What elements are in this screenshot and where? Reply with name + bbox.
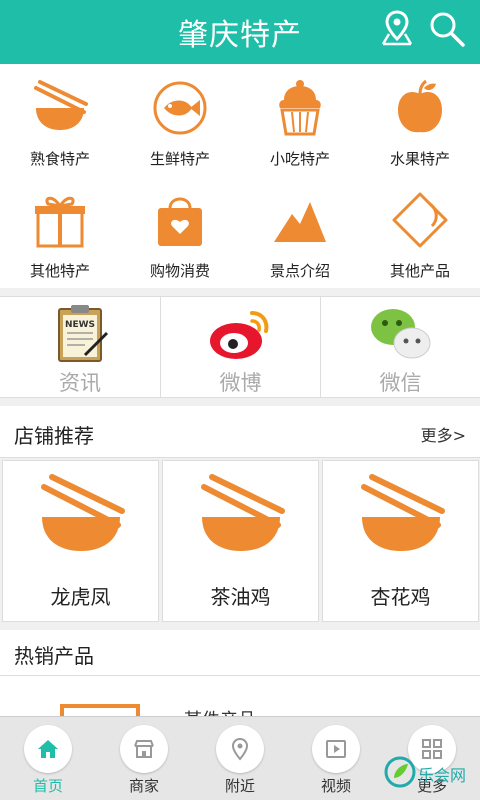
category-label: 其他特产 [29,262,90,280]
mountain-icon [274,202,326,242]
category-other-specialty[interactable]: 其他特产 [0,176,120,288]
bowl-chopsticks-icon [201,474,285,551]
shop-list: 龙虎凤 茶油鸡 杏花鸡 [0,458,480,624]
category-cooked-food[interactable]: 熟食特产 [0,64,120,176]
product-name: 某件产品 [184,706,256,716]
category-fresh[interactable]: 生鲜特产 [120,64,240,176]
tab-nearby[interactable]: 附近 [192,717,288,800]
shop-name: 茶油鸡 [210,585,271,609]
svg-text:NEWS: NEWS [65,320,95,330]
news-tile[interactable]: NEWS 资讯 [0,297,160,397]
social-label: 资讯 [59,371,101,395]
category-label: 其他产品 [389,262,450,280]
shop-card[interactable]: 龙虎凤 [2,460,159,622]
tab-label: 首页 [32,777,63,795]
store-icon [134,740,154,758]
category-label: 景点介绍 [269,262,330,280]
tab-merchants[interactable]: 商家 [96,717,192,800]
category-label: 购物消费 [149,262,210,280]
cupcake-icon [279,80,321,136]
tag-icon [392,192,448,248]
tab-video[interactable]: 视频 [288,717,384,800]
category-label: 熟食特产 [29,150,90,168]
fish-icon [153,81,207,135]
weibo-tile[interactable]: 微博 [160,297,320,397]
product-thumbnail [60,704,140,716]
location-pin-icon[interactable] [380,10,414,46]
shops-section-header: 店铺推荐 更多> [0,406,480,458]
watermark: 乐会网 [384,754,480,794]
search-icon[interactable] [428,10,466,48]
wechat-icon [371,309,431,359]
bowl-chopsticks-icon [34,80,88,130]
shop-name: 龙虎凤 [50,585,111,609]
category-label: 小吃特产 [269,150,330,168]
category-other-products[interactable]: 其他产品 [360,176,480,288]
tab-label: 商家 [128,777,159,795]
social-label: 微博 [219,371,262,395]
shop-name: 杏花鸡 [370,585,431,609]
category-snack[interactable]: 小吃特产 [240,64,360,176]
home-icon [38,740,58,758]
hot-section-header: 热销产品 [0,630,480,676]
news-icon: NEWS [58,305,109,362]
weibo-icon [210,311,269,359]
category-fruit[interactable]: 水果特产 [360,64,480,176]
bowl-chopsticks-icon [41,474,125,551]
top-bar: 肇庆特产 [0,0,480,64]
location-icon [231,737,249,761]
tab-icon-circle [24,725,72,773]
tab-icon-circle [216,725,264,773]
video-icon [326,740,346,758]
gift-icon [35,196,85,248]
category-label: 生鲜特产 [149,150,210,168]
tab-icon-circle [312,725,360,773]
tab-home[interactable]: 首页 [0,717,96,800]
tab-icon-circle [120,725,168,773]
section-title: 热销产品 [14,644,94,668]
shopping-bag-icon [158,197,202,246]
category-shopping[interactable]: 购物消费 [120,176,240,288]
category-grid: 熟食特产 生鲜特产 小吃特产 水果特产 其他特产 购物消费 景点介绍 其他产品 [0,64,480,288]
shop-card[interactable]: 杏花鸡 [322,460,479,622]
apple-icon [398,79,442,133]
social-label: 微信 [379,371,422,395]
tab-label: 视频 [320,777,351,795]
watermark-text: 乐会网 [418,766,467,785]
hot-product-list[interactable]: 某件产品 [0,676,480,716]
wechat-tile[interactable]: 微信 [320,297,480,397]
category-scenic[interactable]: 景点介绍 [240,176,360,288]
shop-card[interactable]: 茶油鸡 [162,460,319,622]
bowl-chopsticks-icon [361,474,445,551]
watermark-logo-icon [384,756,416,788]
tab-label: 附近 [224,777,255,795]
category-label: 水果特产 [389,150,450,168]
more-link[interactable]: 更多> [421,422,466,446]
social-row: NEWS 资讯 微博 微信 [0,296,480,398]
section-title: 店铺推荐 [14,424,94,448]
